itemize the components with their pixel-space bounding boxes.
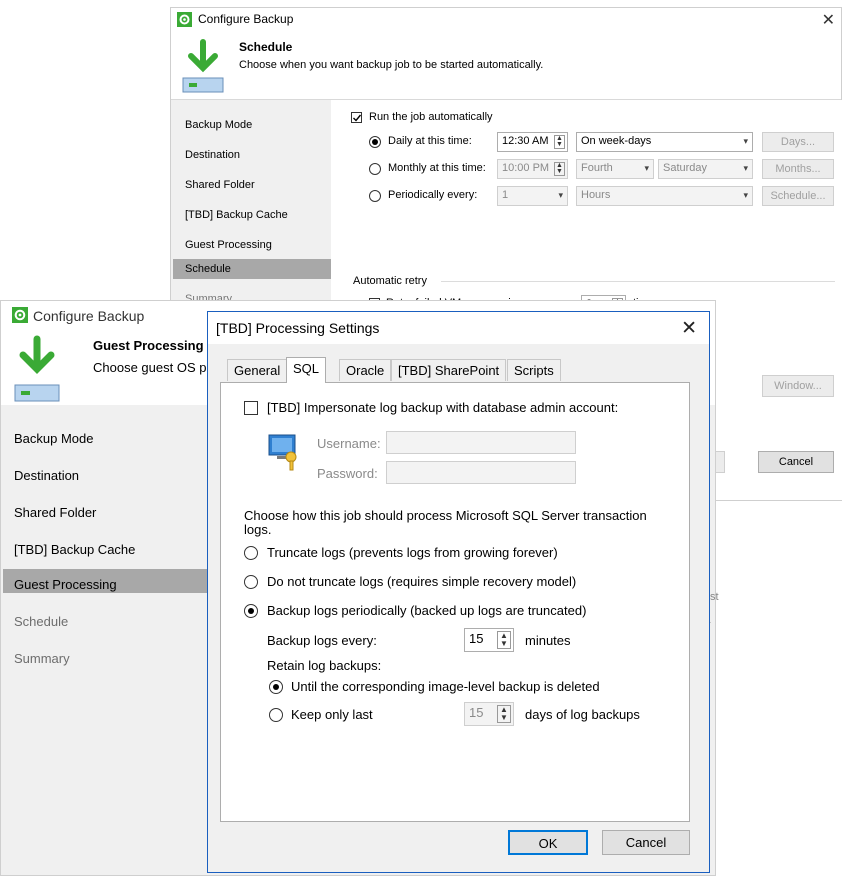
impersonate-label: [TBD] Impersonate log backup with databa…: [267, 400, 619, 415]
dialog-titlebar: [TBD] Processing Settings ✕: [208, 312, 709, 344]
backup-every-unit: minutes: [525, 633, 571, 648]
mid-nav-schedule[interactable]: Schedule: [14, 614, 68, 629]
monthly-week-dropdown[interactable]: Fourth ▾: [576, 159, 654, 179]
run-auto-checkbox[interactable]: [351, 112, 362, 123]
password-input[interactable]: [386, 461, 576, 484]
until-deleted-label: Until the corresponding image-level back…: [291, 679, 600, 694]
dialog-cancel-button[interactable]: Cancel: [602, 830, 690, 855]
truncate-logs-label: Truncate logs (prevents logs from growin…: [267, 545, 558, 560]
monthly-time-input[interactable]: 10:00 PM ▲ ▼: [497, 159, 568, 179]
run-auto-label: Run the job automatically: [369, 111, 493, 123]
keep-days-stepper[interactable]: 15 ▲ ▼: [464, 702, 514, 726]
monthly-radio[interactable]: [369, 163, 381, 175]
impersonate-checkbox[interactable]: [244, 401, 258, 415]
backup-periodic-radio[interactable]: [244, 604, 258, 618]
mid-header-description: Choose guest OS pr: [93, 360, 211, 375]
back-nav-backup-cache[interactable]: [TBD] Backup Cache: [185, 209, 288, 221]
veeam-gear-icon: [177, 12, 192, 27]
mid-nav-summary[interactable]: Summary: [14, 651, 70, 666]
no-truncate-radio[interactable]: [244, 575, 258, 589]
chevron-down-icon: ▾: [558, 190, 563, 200]
choose-text-line2: logs.: [244, 522, 272, 537]
mid-nav-backup-mode[interactable]: Backup Mode: [14, 431, 94, 446]
tab-scripts[interactable]: Scripts: [507, 359, 561, 381]
daily-radio[interactable]: [369, 136, 381, 148]
back-nav-shared-folder[interactable]: Shared Folder: [185, 179, 255, 191]
backup-every-stepper[interactable]: 15 ▲ ▼: [464, 628, 514, 652]
tab-general[interactable]: General: [227, 359, 288, 381]
back-nav-guest-processing[interactable]: Guest Processing: [185, 239, 272, 251]
back-header-description: Choose when you want backup job to be st…: [239, 59, 544, 71]
back-nav-schedule[interactable]: Schedule: [185, 263, 231, 275]
password-label: Password:: [317, 466, 378, 481]
schedule-button[interactable]: Schedule...: [762, 186, 834, 206]
dialog-close-icon[interactable]: ✕: [681, 317, 697, 340]
periodic-value-dropdown[interactable]: 1 ▾: [497, 186, 568, 206]
tab-sql[interactable]: SQL: [286, 357, 327, 383]
choose-text-line1: Choose how this job should process Micro…: [244, 508, 647, 523]
retain-label: Retain log backups:: [267, 658, 382, 673]
window-button[interactable]: Window...: [762, 375, 834, 397]
periodic-unit-dropdown[interactable]: Hours ▾: [576, 186, 753, 206]
back-header: Schedule Choose when you want backup job…: [171, 32, 841, 100]
periodic-radio[interactable]: [369, 190, 381, 202]
chevron-down-icon: ▾: [743, 163, 748, 173]
mid-nav-destination[interactable]: Destination: [14, 468, 79, 483]
backup-every-label: Backup logs every:: [267, 633, 377, 648]
monthly-day-dropdown[interactable]: Saturday ▾: [658, 159, 753, 179]
daily-label: Daily at this time:: [388, 135, 472, 147]
until-deleted-radio[interactable]: [269, 680, 283, 694]
chevron-down-icon: ▾: [743, 136, 748, 146]
username-label: Username:: [317, 436, 381, 451]
keep-only-last-label: Keep only last: [291, 707, 373, 722]
processing-settings-dialog: [TBD] Processing Settings ✕ General SQL …: [207, 311, 710, 873]
periodic-label: Periodically every:: [388, 189, 478, 201]
mid-header-title: Guest Processing: [93, 338, 204, 353]
keep-days-unit: days of log backups: [525, 707, 640, 722]
monthly-label: Monthly at this time:: [388, 162, 486, 174]
back-window-title: Configure Backup: [198, 12, 294, 26]
backup-download-icon: [13, 335, 61, 403]
back-cancel-button[interactable]: Cancel: [758, 451, 834, 473]
mid-nav-backup-cache[interactable]: [TBD] Backup Cache: [14, 542, 135, 557]
daily-time-input[interactable]: 12:30 AM ▲ ▼: [497, 132, 568, 152]
back-header-title: Schedule: [239, 40, 293, 54]
keep-only-last-radio[interactable]: [269, 708, 283, 722]
ok-button[interactable]: OK: [508, 830, 588, 855]
veeam-gear-icon: [12, 307, 28, 323]
tab-oracle[interactable]: Oracle: [339, 359, 392, 381]
mid-nav: Backup Mode Destination Shared Folder [T…: [1, 405, 209, 875]
back-titlebar: Configure Backup ✕: [171, 8, 841, 32]
back-nav-backup-mode[interactable]: Backup Mode: [185, 119, 252, 131]
mid-window-title: Configure Backup: [33, 308, 145, 324]
days-button[interactable]: Days...: [762, 132, 834, 152]
truncate-logs-radio[interactable]: [244, 546, 258, 560]
no-truncate-label: Do not truncate logs (requires simple re…: [267, 574, 577, 589]
retry-group-divider: [441, 281, 835, 282]
user-key-icon: [267, 431, 307, 471]
mid-nav-guest-processing[interactable]: Guest Processing: [14, 577, 117, 592]
automatic-retry-group-label: Automatic retry: [353, 275, 427, 287]
back-close-icon[interactable]: ✕: [822, 10, 835, 30]
mid-nav-shared-folder[interactable]: Shared Folder: [14, 505, 96, 520]
partial-text-3: st: [710, 591, 719, 603]
back-nav-destination[interactable]: Destination: [185, 149, 240, 161]
months-button[interactable]: Months...: [762, 159, 834, 179]
chevron-down-icon: ▾: [743, 190, 748, 200]
backup-download-icon: [181, 38, 225, 94]
daily-days-dropdown[interactable]: On week-days ▾: [576, 132, 753, 152]
username-input[interactable]: [386, 431, 576, 454]
chevron-down-icon: ▾: [644, 163, 649, 173]
tab-sharepoint[interactable]: [TBD] SharePoint: [391, 359, 507, 381]
dialog-title: [TBD] Processing Settings: [216, 320, 380, 336]
sql-tab-panel: [TBD] Impersonate log backup with databa…: [220, 382, 690, 822]
backup-periodic-label: Backup logs periodically (backed up logs…: [267, 603, 587, 618]
